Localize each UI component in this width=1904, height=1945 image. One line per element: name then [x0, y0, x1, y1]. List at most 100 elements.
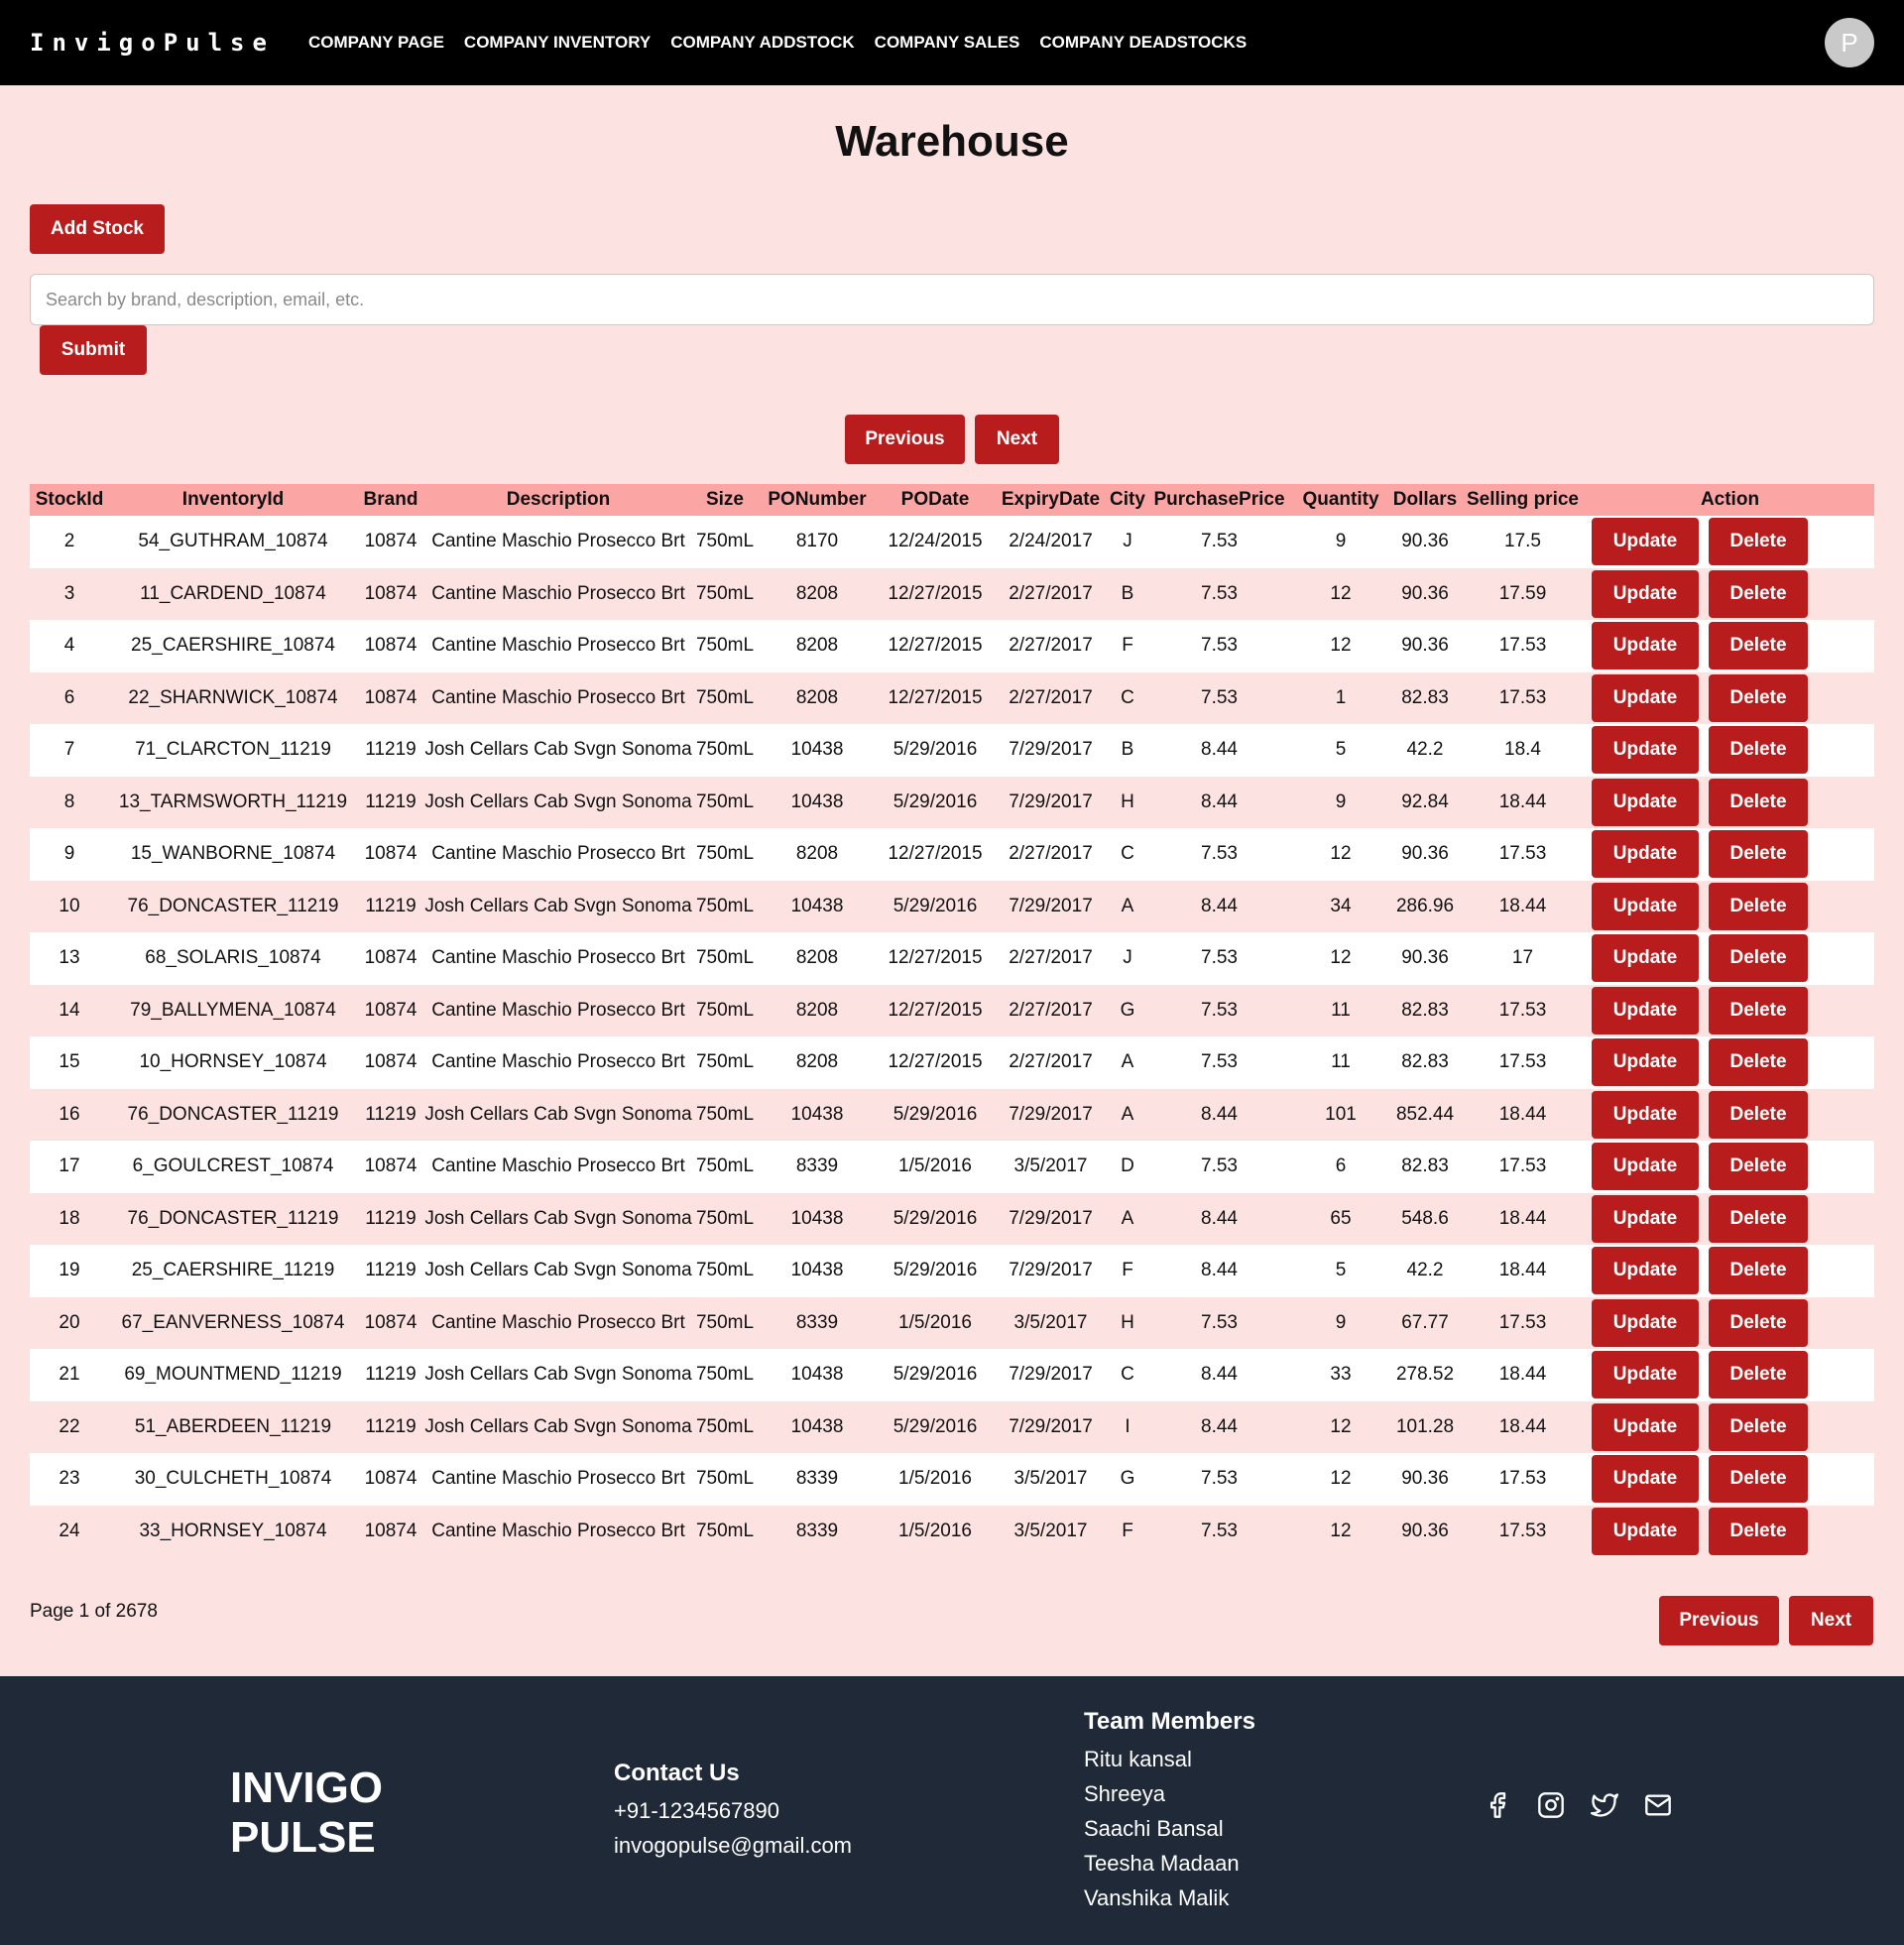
update-button[interactable]: Update — [1592, 1247, 1699, 1295]
nav-company-deadstocks[interactable]: COMPANY DEADSTOCKS — [1039, 33, 1247, 53]
nav-company-sales[interactable]: COMPANY SALES — [875, 33, 1020, 53]
delete-button[interactable]: Delete — [1709, 1194, 1808, 1243]
table-cell: 76_DONCASTER_11219 — [127, 1207, 339, 1229]
table-cell: 101 — [1325, 1103, 1357, 1125]
table-cell: 7/29/2017 — [1009, 1415, 1093, 1437]
next-button-top[interactable]: Next — [975, 415, 1059, 464]
update-button[interactable]: Update — [1592, 934, 1699, 983]
table-cell: 7.53 — [1201, 947, 1238, 969]
delete-button[interactable]: Delete — [1709, 569, 1808, 618]
table-cell: 34 — [1330, 895, 1352, 916]
twitter-icon[interactable] — [1591, 1791, 1618, 1819]
update-button[interactable]: Update — [1592, 830, 1699, 879]
table-cell: 10_HORNSEY_10874 — [139, 1051, 327, 1073]
instagram-icon[interactable] — [1537, 1791, 1565, 1819]
table-cell: 79_BALLYMENA_10874 — [130, 999, 336, 1021]
row-actions: Update Delete — [1586, 1297, 1874, 1350]
mail-icon[interactable] — [1644, 1791, 1672, 1819]
delete-button[interactable]: Delete — [1709, 1143, 1808, 1191]
row-actions: Update Delete — [1586, 932, 1874, 985]
next-button-bottom[interactable]: Next — [1789, 1596, 1873, 1645]
update-button[interactable]: Update — [1592, 1402, 1699, 1451]
update-button[interactable]: Update — [1592, 569, 1699, 618]
brand-logo[interactable]: InvigoPulse — [30, 29, 275, 57]
nav-company-inventory[interactable]: COMPANY INVENTORY — [464, 33, 651, 53]
search-input[interactable] — [30, 274, 1874, 325]
table-cell: 8 — [63, 790, 75, 812]
table-cell: 12 — [1330, 635, 1352, 657]
table-row: 22 51_ABERDEEN_11219 11219 Josh Cellars Cab… — [30, 1400, 1874, 1453]
update-button[interactable]: Update — [1592, 882, 1699, 930]
column-header: Action — [1700, 489, 1760, 510]
delete-button[interactable]: Delete — [1709, 726, 1808, 775]
row-actions: Update Delete — [1586, 568, 1874, 621]
delete-button[interactable]: Delete — [1709, 882, 1808, 930]
facebook-icon[interactable] — [1484, 1791, 1511, 1819]
submit-button[interactable]: Submit — [40, 325, 147, 375]
delete-button[interactable]: Delete — [1709, 1351, 1808, 1399]
table-cell: 17.53 — [1498, 1311, 1547, 1333]
update-button[interactable]: Update — [1592, 1455, 1699, 1504]
table-cell: 68_SOLARIS_10874 — [145, 947, 321, 969]
column-header: Brand — [363, 489, 418, 510]
table-cell: 10438 — [790, 895, 844, 916]
add-stock-button[interactable]: Add Stock — [30, 204, 165, 254]
table-cell: 11219 — [365, 1103, 416, 1125]
table-cell: 3/5/2017 — [1013, 1155, 1088, 1177]
table-cell: 76_DONCASTER_11219 — [127, 895, 339, 916]
table-cell: F — [1122, 1260, 1133, 1281]
update-button[interactable]: Update — [1592, 1298, 1699, 1347]
delete-button[interactable]: Delete — [1709, 1090, 1808, 1139]
previous-button-bottom[interactable]: Previous — [1659, 1596, 1779, 1645]
table-cell: Cantine Maschio Prosecco Brt — [431, 1051, 685, 1073]
previous-button-top[interactable]: Previous — [845, 415, 965, 464]
delete-button[interactable]: Delete — [1709, 622, 1808, 670]
table-cell: Cantine Maschio Prosecco Brt — [431, 582, 685, 604]
contact-email[interactable]: invogopulse@gmail.com — [614, 1828, 852, 1863]
update-button[interactable]: Update — [1592, 1194, 1699, 1243]
update-button[interactable]: Update — [1592, 778, 1699, 826]
table-cell: I — [1125, 1415, 1130, 1437]
delete-button[interactable]: Delete — [1709, 1247, 1808, 1295]
column-header: PONumber — [768, 489, 867, 510]
delete-button[interactable]: Delete — [1709, 778, 1808, 826]
table-cell: 13_TARMSWORTH_11219 — [118, 790, 348, 812]
nav-company-page[interactable]: COMPANY PAGE — [308, 33, 444, 53]
update-button[interactable]: Update — [1592, 1038, 1699, 1087]
table-cell: 750mL — [695, 686, 755, 708]
update-button[interactable]: Update — [1592, 1507, 1699, 1555]
delete-button[interactable]: Delete — [1709, 1298, 1808, 1347]
delete-button[interactable]: Delete — [1709, 1507, 1808, 1555]
column-header: Selling price — [1467, 489, 1579, 510]
delete-button[interactable]: Delete — [1709, 934, 1808, 983]
avatar[interactable]: P — [1825, 18, 1874, 67]
table-cell: C — [1121, 843, 1134, 865]
update-button[interactable]: Update — [1592, 1090, 1699, 1139]
update-button[interactable]: Update — [1592, 622, 1699, 670]
delete-button[interactable]: Delete — [1709, 673, 1808, 722]
nav-company-addstock[interactable]: COMPANY ADDSTOCK — [670, 33, 854, 53]
update-button[interactable]: Update — [1592, 1351, 1699, 1399]
table-cell: 5/29/2016 — [892, 895, 978, 916]
table-cell: 18.4 — [1504, 739, 1541, 761]
delete-button[interactable]: Delete — [1709, 518, 1808, 566]
table-cell: 12/24/2015 — [888, 531, 983, 552]
update-button[interactable]: Update — [1592, 986, 1699, 1034]
update-button[interactable]: Update — [1592, 673, 1699, 722]
update-button[interactable]: Update — [1592, 1143, 1699, 1191]
delete-button[interactable]: Delete — [1709, 1455, 1808, 1504]
table-cell: A — [1121, 1207, 1134, 1229]
update-button[interactable]: Update — [1592, 518, 1699, 566]
table-cell: Josh Cellars Cab Svgn Sonoma — [424, 1415, 692, 1437]
table-cell: Josh Cellars Cab Svgn Sonoma — [424, 1260, 692, 1281]
delete-button[interactable]: Delete — [1709, 830, 1808, 879]
table-cell: 750mL — [695, 1415, 755, 1437]
table-cell: 12/27/2015 — [888, 843, 983, 865]
delete-button[interactable]: Delete — [1709, 1402, 1808, 1451]
update-button[interactable]: Update — [1592, 726, 1699, 775]
table-cell: 2/27/2017 — [1009, 686, 1093, 708]
delete-button[interactable]: Delete — [1709, 986, 1808, 1034]
table-cell: 8339 — [795, 1155, 839, 1177]
table-cell: Cantine Maschio Prosecco Brt — [431, 1520, 685, 1541]
delete-button[interactable]: Delete — [1709, 1038, 1808, 1087]
